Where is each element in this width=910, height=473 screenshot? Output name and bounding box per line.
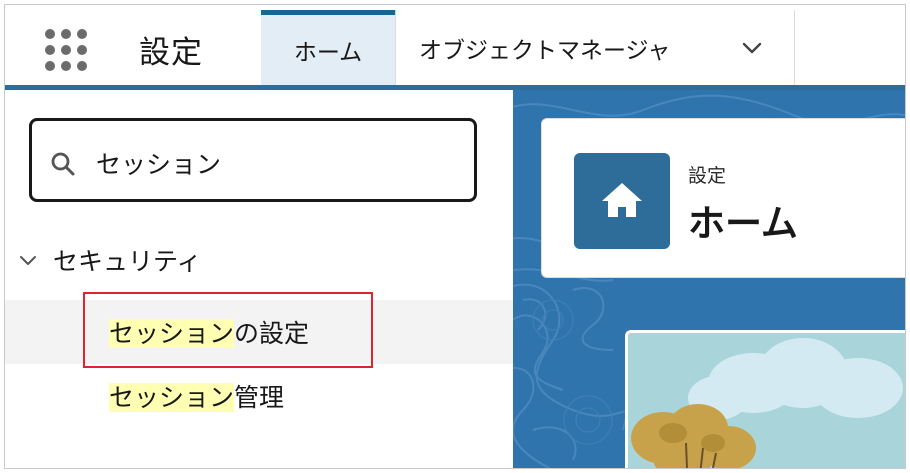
setup-home-header-card: 設定 ホーム	[541, 118, 905, 278]
search-match-highlight: セッション	[109, 383, 235, 412]
setup-window: 設定 ホーム オブジェクトマネージャ セッション セキュリティ セッションの設定…	[4, 4, 906, 469]
tab-divider	[395, 10, 396, 85]
chevron-down-icon	[20, 256, 36, 265]
setup-home-main: 設定 ホーム	[513, 90, 905, 468]
setup-illustration	[625, 330, 905, 468]
nav-item-label-rest: 管理	[234, 383, 285, 412]
nav-item-label: セッション管理	[109, 378, 284, 414]
section-security[interactable]: セキュリティ	[17, 240, 202, 280]
annotation-highlight-box	[83, 292, 373, 368]
app-launcher-icon[interactable]	[43, 27, 89, 73]
global-header: 設定 ホーム オブジェクトマネージャ	[5, 5, 905, 85]
search-icon	[51, 152, 75, 176]
tab-object-manager-label: オブジェクトマネージャ	[419, 37, 671, 64]
quick-find-input[interactable]: セッション	[29, 118, 477, 202]
page-title: ホーム	[688, 202, 798, 245]
tab-home-label: ホーム	[293, 40, 363, 66]
chevron-down-icon[interactable]	[741, 37, 763, 59]
card-subtitle: 設定	[688, 165, 727, 187]
tab-home[interactable]: ホーム	[261, 10, 395, 85]
section-security-label: セキュリティ	[53, 247, 202, 276]
setup-sidebar: セッション セキュリティ セッションの設定 セッション管理	[5, 90, 513, 468]
nav-item-session-management[interactable]: セッション管理	[5, 364, 513, 428]
app-title: 設定	[139, 35, 203, 71]
quick-find-value: セッション	[96, 150, 222, 179]
tab-object-manager[interactable]: オブジェクトマネージャ	[397, 10, 795, 85]
home-icon	[574, 153, 670, 249]
